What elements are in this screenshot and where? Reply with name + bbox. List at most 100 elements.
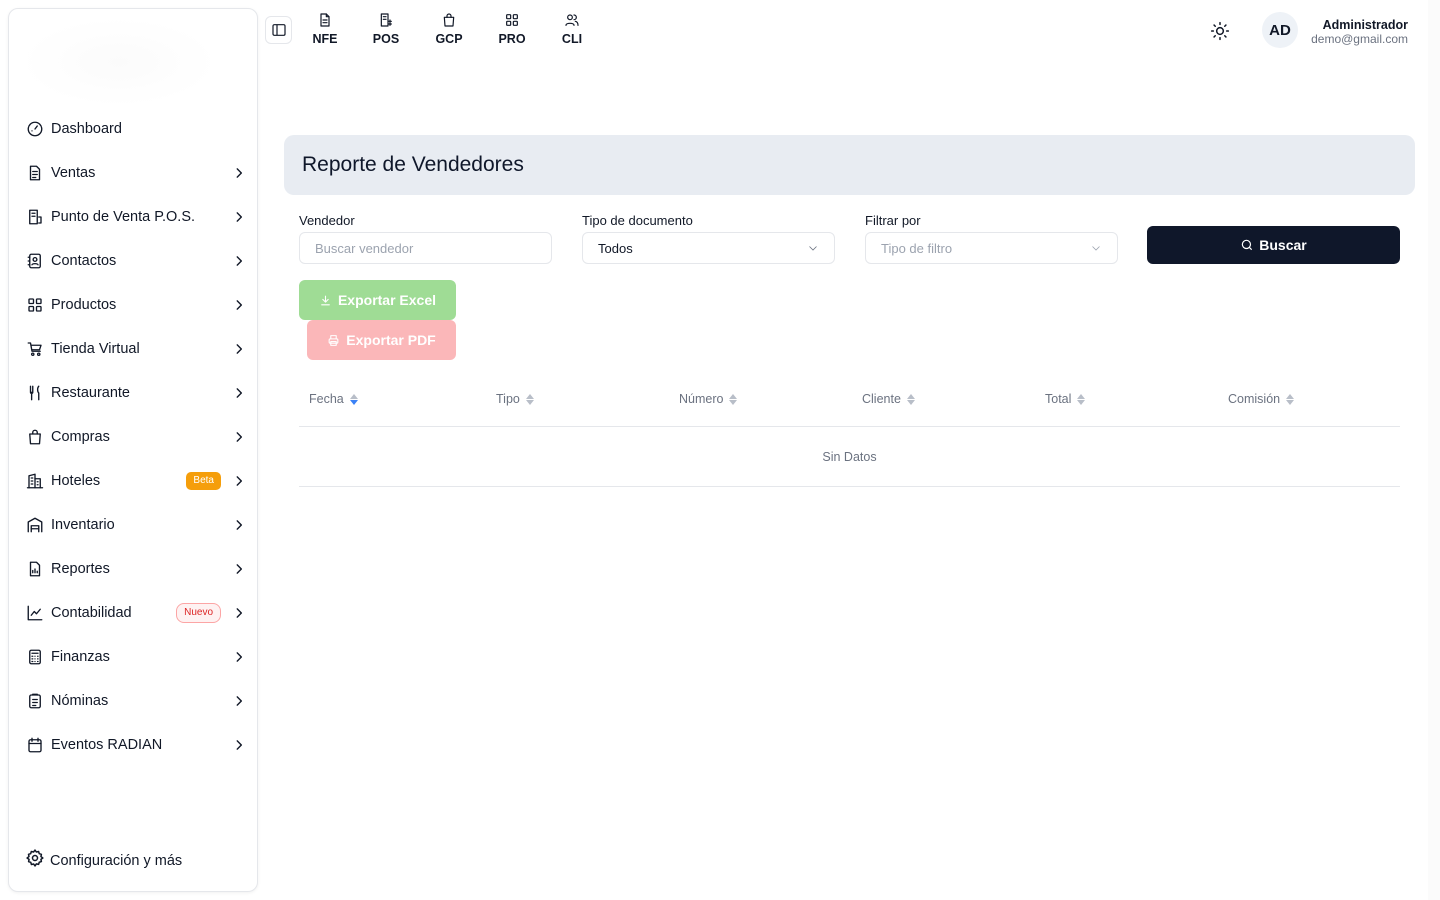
search-button-label: Buscar xyxy=(1259,237,1307,253)
column-header-comision[interactable]: Comisión xyxy=(1228,392,1295,406)
clipboard-icon xyxy=(25,691,45,711)
column-label: Total xyxy=(1045,392,1072,406)
sidebar-item-label: Compras xyxy=(51,429,110,445)
tipo-documento-value: Todos xyxy=(598,240,633,256)
theme-toggle-button[interactable] xyxy=(1208,19,1232,43)
column-header-total[interactable]: Total xyxy=(1045,392,1086,406)
sidebar-item-dashboard[interactable]: Dashboard xyxy=(25,114,247,144)
column-header-cliente[interactable]: Cliente xyxy=(862,392,915,406)
user-info[interactable]: Administrador demo@gmail.com xyxy=(1311,18,1408,46)
sidebar-item-label: Inventario xyxy=(51,517,115,533)
sidebar-item-label: Eventos RADIAN xyxy=(51,737,163,753)
app-cli[interactable]: CLI xyxy=(547,12,597,46)
sidebar: Dashboard Ventas Punto de Venta P.O.S. C… xyxy=(8,8,258,892)
utensils-icon xyxy=(25,383,45,403)
chevron-right-icon xyxy=(231,385,247,401)
pos-receipt-icon xyxy=(25,207,45,227)
sidebar-item-compras[interactable]: Compras xyxy=(25,422,247,452)
search-icon xyxy=(1242,239,1253,251)
column-header-fecha[interactable]: Fecha xyxy=(309,392,358,406)
app-label: NFE xyxy=(312,32,338,46)
sidebar-item-tienda-virtual[interactable]: Tienda Virtual xyxy=(25,334,247,364)
sidebar-item-label: Productos xyxy=(51,297,117,313)
chevron-right-icon xyxy=(231,341,247,357)
vendedor-search-input[interactable]: Buscar vendedor xyxy=(299,232,552,264)
app-label: GCP xyxy=(435,32,463,46)
app-gcp[interactable]: GCP xyxy=(424,12,474,46)
sidebar-item-label: Finanzas xyxy=(51,649,110,665)
filtrar-por-label: Filtrar por xyxy=(865,213,921,228)
sidebar-item-label: Contactos xyxy=(51,253,117,269)
sidebar-item-ventas[interactable]: Ventas xyxy=(25,158,247,188)
chevron-right-icon xyxy=(231,649,247,665)
bag-icon xyxy=(443,13,455,27)
app-pos[interactable]: POS xyxy=(361,12,411,46)
chevron-right-icon xyxy=(231,297,247,313)
table-header: Fecha Tipo Número Cliente Total Comisión xyxy=(299,380,1400,427)
page-header: Reporte de Vendedores xyxy=(284,135,1415,195)
chevron-right-icon xyxy=(231,693,247,709)
sort-icon xyxy=(1286,393,1295,405)
sidebar-item-restaurante[interactable]: Restaurante xyxy=(25,378,247,408)
shopping-bag-icon xyxy=(25,427,45,447)
sidebar-item-label: Reportes xyxy=(51,561,110,577)
sort-icon xyxy=(906,393,915,405)
export-pdf-button[interactable]: Exportar PDF xyxy=(307,320,456,360)
warehouse-icon xyxy=(25,515,45,535)
cart-icon xyxy=(25,339,45,359)
app-pro[interactable]: PRO xyxy=(487,12,537,46)
vendedor-field: Vendedor Buscar vendedor xyxy=(299,213,552,264)
app-label: POS xyxy=(372,32,400,46)
avatar[interactable]: AD xyxy=(1262,12,1298,48)
tipo-documento-label: Tipo de documento xyxy=(582,213,693,228)
sidebar-item-contabilidad[interactable]: Contabilidad Nuevo xyxy=(25,598,247,628)
sidebar-item-pos[interactable]: Punto de Venta P.O.S. xyxy=(25,202,247,232)
report-icon xyxy=(25,559,45,579)
contacts-icon xyxy=(25,251,45,271)
sidebar-toggle-button[interactable] xyxy=(265,16,292,44)
settings-link[interactable]: Configuración y más xyxy=(25,848,182,873)
sidebar-item-reportes[interactable]: Reportes xyxy=(25,554,247,584)
chevron-right-icon xyxy=(231,253,247,269)
column-header-tipo[interactable]: Tipo xyxy=(496,392,534,406)
sidebar-item-eventos-radian[interactable]: Eventos RADIAN xyxy=(25,730,247,760)
chevron-right-icon xyxy=(231,429,247,445)
filtrar-por-placeholder: Tipo de filtro xyxy=(881,240,953,256)
chevron-right-icon xyxy=(231,737,247,753)
chevron-right-icon xyxy=(231,473,247,489)
chevron-right-icon xyxy=(231,605,247,621)
sidebar-item-contactos[interactable]: Contactos xyxy=(25,246,247,276)
page-title: Reporte de Vendedores xyxy=(302,153,524,176)
sort-icon xyxy=(525,393,534,405)
sidebar-item-productos[interactable]: Productos xyxy=(25,290,247,320)
chevron-down-icon xyxy=(1092,246,1100,251)
search-button[interactable]: Buscar xyxy=(1147,226,1400,264)
column-label: Fecha xyxy=(309,392,344,406)
vendedor-placeholder: Buscar vendedor xyxy=(315,240,414,256)
export-excel-button[interactable]: Exportar Excel xyxy=(299,280,456,320)
sidebar-item-label: Contabilidad xyxy=(51,605,132,621)
users-icon xyxy=(565,14,579,26)
app-label: PRO xyxy=(498,32,526,46)
filtrar-por-field: Filtrar por Tipo de filtro xyxy=(865,213,1118,264)
chevron-right-icon xyxy=(231,517,247,533)
column-label: Tipo xyxy=(496,392,520,406)
sidebar-item-hoteles[interactable]: Hoteles Beta xyxy=(25,466,247,496)
logo xyxy=(19,17,219,107)
sidebar-item-nominas[interactable]: Nóminas xyxy=(25,686,247,716)
sidebar-item-inventario[interactable]: Inventario xyxy=(25,510,247,540)
sidebar-item-label: Tienda Virtual xyxy=(51,341,140,357)
column-label: Número xyxy=(679,392,724,406)
chevron-down-icon xyxy=(809,246,817,251)
tipo-documento-select[interactable]: Todos xyxy=(582,232,835,264)
printer-icon xyxy=(328,334,339,346)
sidebar-item-label: Restaurante xyxy=(51,385,130,401)
column-header-numero[interactable]: Número xyxy=(679,392,738,406)
settings-label: Configuración y más xyxy=(50,852,183,869)
scrollbar-track[interactable] xyxy=(1428,0,1440,900)
app-nfe[interactable]: NFE xyxy=(300,12,350,46)
invoice-icon xyxy=(320,13,330,27)
gear-icon xyxy=(25,848,45,873)
sidebar-item-finanzas[interactable]: Finanzas xyxy=(25,642,247,672)
filtrar-por-select[interactable]: Tipo de filtro xyxy=(865,232,1118,264)
